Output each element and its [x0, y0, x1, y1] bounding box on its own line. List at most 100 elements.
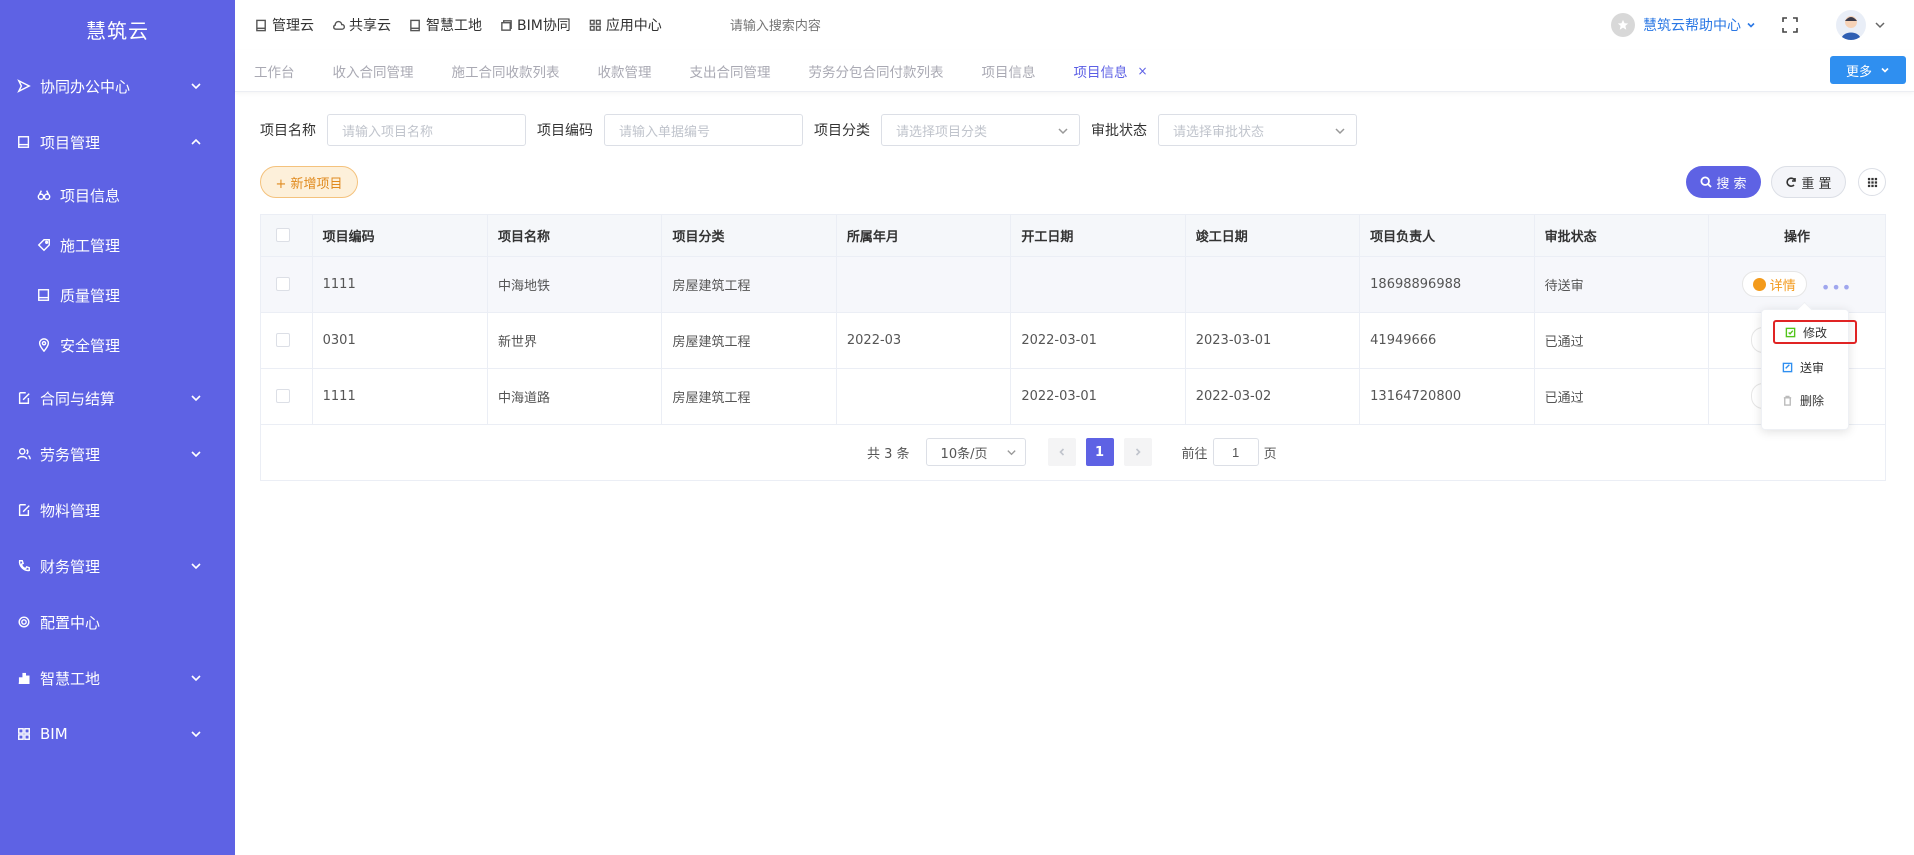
- trash-icon: [1783, 395, 1792, 406]
- reset-button[interactable]: 重 置: [1771, 166, 1846, 198]
- tab-construction-receipt-list[interactable]: 施工合同收款列表: [452, 61, 560, 81]
- global-search-input[interactable]: [729, 17, 970, 33]
- tab-receipt-management[interactable]: 收款管理: [598, 61, 652, 81]
- edit-menu-item[interactable]: 修改: [1773, 320, 1857, 344]
- cell-category: 房屋建筑工程: [661, 368, 837, 425]
- column-settings-button[interactable]: [1858, 168, 1886, 196]
- menu-item-label: 送审: [1800, 360, 1825, 375]
- detail-button[interactable]: 详情: [1741, 271, 1807, 297]
- more-actions-icon[interactable]: •••: [1821, 278, 1852, 297]
- select-all-checkbox[interactable]: [276, 228, 290, 243]
- sidebar-item-project-info[interactable]: 项目信息: [0, 170, 235, 220]
- apps-icon: [589, 19, 601, 31]
- submit-review-menu-item[interactable]: 送审: [1772, 355, 1840, 379]
- sidebar-item-quality[interactable]: 质量管理: [0, 270, 235, 320]
- send-icon: [16, 78, 32, 94]
- sidebar-item-finance[interactable]: 财务管理: [0, 538, 235, 594]
- table-header-row: 项目编码 项目名称 项目分类 所属年月 开工日期 竣工日期 项目负责人 审批状态…: [261, 215, 1885, 257]
- close-icon[interactable]: ×: [1138, 64, 1148, 78]
- add-project-button[interactable]: + 新增项目: [260, 166, 358, 198]
- menu-item-label: 修改: [1803, 325, 1828, 340]
- topnav-bim[interactable]: BIM协同: [500, 15, 571, 35]
- help-center-link[interactable]: 慧筑云帮助中心: [1643, 15, 1756, 35]
- book-icon: [256, 19, 266, 31]
- cell-code: 1111: [312, 256, 489, 313]
- sidebar-item-construction[interactable]: 施工管理: [0, 220, 235, 270]
- chevron-down-icon: [191, 731, 201, 738]
- topnav-label: 智慧工地: [426, 18, 482, 34]
- page-size-select[interactable]: 10条/页: [925, 438, 1026, 466]
- sidebar-item-office[interactable]: 协同办公中心: [0, 58, 235, 114]
- page-number-button[interactable]: 1: [1085, 438, 1114, 466]
- row-checkbox[interactable]: [276, 277, 290, 291]
- book-icon: [16, 134, 32, 150]
- tab-labor-subcontract-payment[interactable]: 劳务分包合同付款列表: [809, 61, 944, 81]
- topnav-share-cloud[interactable]: 共享云: [332, 15, 391, 35]
- location-icon: [36, 337, 52, 353]
- tab-project-info[interactable]: 项目信息: [982, 61, 1036, 81]
- sidebar-item-project[interactable]: 项目管理: [0, 114, 235, 170]
- sidebar-item-label: 物料管理: [40, 501, 101, 520]
- select-all-cell: [261, 215, 313, 257]
- user-avatar[interactable]: [1836, 10, 1866, 40]
- approval-status-select[interactable]: 请选择审批状态: [1158, 114, 1357, 146]
- delete-menu-item[interactable]: 删除: [1772, 388, 1840, 412]
- binoculars-icon: [36, 187, 52, 203]
- column-header: 项目编码: [312, 215, 489, 257]
- project-name-input[interactable]: 请输入项目名称: [327, 114, 526, 146]
- next-page-button[interactable]: [1123, 438, 1152, 466]
- help-center-label: 慧筑云帮助中心: [1643, 18, 1741, 34]
- topnav-smart-site[interactable]: 智慧工地: [409, 15, 482, 35]
- cell-owner: 13164720800: [1359, 368, 1535, 425]
- app-root: 慧筑云 协同办公中心 项目管理 项目信息 施工管理 质量管理 安全管理 合同与结…: [0, 0, 1914, 855]
- table-row[interactable]: 0301 新世界 房屋建筑工程 2022-03 2022-03-01 2023-…: [261, 312, 1885, 369]
- placeholder: 请选择项目分类: [896, 123, 988, 139]
- column-header: 项目负责人: [1359, 215, 1535, 257]
- phone-icon: [16, 558, 32, 574]
- sidebar-item-bim[interactable]: BIM: [0, 706, 235, 762]
- placeholder: 请选择审批状态: [1173, 123, 1265, 139]
- project-code-input[interactable]: 请输入单据编号: [604, 114, 803, 146]
- sidebar-item-labor[interactable]: 劳务管理: [0, 426, 235, 482]
- chevron-left-icon: [1058, 448, 1064, 456]
- cell-end-date: 2023-03-01: [1185, 312, 1361, 369]
- cell-name: 中海地铁: [487, 256, 663, 313]
- chevron-down-icon: [191, 563, 201, 570]
- tab-expense-contract[interactable]: 支出合同管理: [690, 61, 771, 81]
- chevron-down-icon[interactable]: [1874, 19, 1886, 31]
- sidebar-item-safety[interactable]: 安全管理: [0, 320, 235, 370]
- column-header: 项目分类: [661, 215, 837, 257]
- topnav-app-center[interactable]: 应用中心: [589, 15, 662, 35]
- tag-icon: [36, 237, 52, 253]
- search-button[interactable]: 搜 索: [1686, 166, 1761, 198]
- fullscreen-icon[interactable]: [1780, 15, 1800, 35]
- sidebar-item-config[interactable]: 配置中心: [0, 594, 235, 650]
- sidebar-item-material[interactable]: 物料管理: [0, 482, 235, 538]
- topnav-management-cloud[interactable]: 管理云: [255, 15, 314, 35]
- more-tabs-button[interactable]: 更多: [1830, 56, 1906, 84]
- grid-icon: [1867, 177, 1877, 187]
- tab-label: 项目信息: [1073, 64, 1128, 81]
- prev-page-button[interactable]: [1047, 438, 1076, 466]
- cell-end-date: [1185, 256, 1361, 313]
- cell-name: 中海道路: [487, 368, 663, 425]
- sidebar-item-label: 项目信息: [60, 186, 121, 205]
- sidebar-item-label: 项目管理: [40, 133, 101, 152]
- grid-icon: [16, 726, 32, 742]
- cell-actions: 详情 •••: [1708, 256, 1885, 313]
- goto-page-input[interactable]: [1212, 438, 1259, 466]
- sidebar-item-contract[interactable]: 合同与结算: [0, 370, 235, 426]
- table-row[interactable]: 1111 中海道路 房屋建筑工程 2022-03-01 2022-03-02 1…: [261, 368, 1885, 425]
- cell-category: 房屋建筑工程: [661, 256, 837, 313]
- sidebar-item-smart-site[interactable]: 智慧工地: [0, 650, 235, 706]
- topnav-label: BIM协同: [517, 18, 571, 34]
- row-checkbox[interactable]: [276, 333, 290, 347]
- cell-start-date: 2022-03-01: [1010, 368, 1186, 425]
- row-checkbox[interactable]: [276, 389, 290, 403]
- tab-income-contract[interactable]: 收入合同管理: [333, 61, 414, 81]
- tab-project-info-active[interactable]: 项目信息 ×: [1074, 61, 1148, 81]
- tab-workbench[interactable]: 工作台: [254, 61, 295, 81]
- table-row[interactable]: 1111 中海地铁 房屋建筑工程 18698896988 待送审 详情 •••: [261, 256, 1885, 313]
- sidebar-item-label: BIM: [40, 725, 68, 743]
- project-category-select[interactable]: 请选择项目分类: [881, 114, 1080, 146]
